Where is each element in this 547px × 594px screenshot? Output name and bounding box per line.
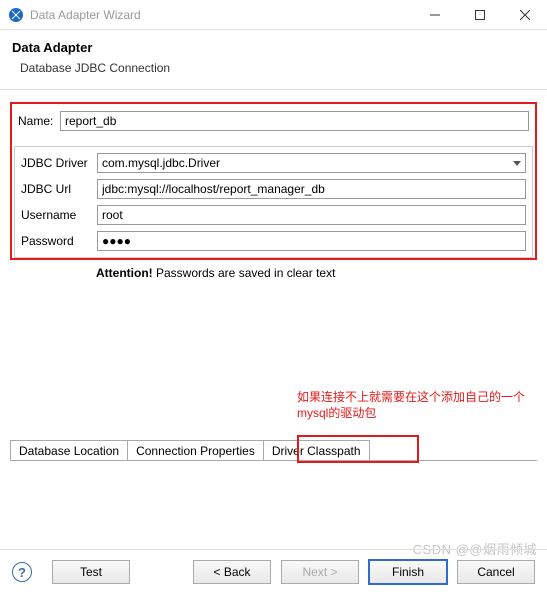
page-subtitle: Database JDBC Connection [20,61,535,75]
name-input[interactable] [60,111,529,131]
attention-text: Passwords are saved in clear text [153,266,336,280]
attention-bold: Attention! [96,266,153,280]
jdbc-driver-label: JDBC Driver [21,156,97,170]
page-title: Data Adapter [12,40,535,55]
highlight-box: Name: JDBC Driver com.mysql.jdbc.Driver … [10,102,537,260]
window-title: Data Adapter Wizard [30,8,412,22]
wizard-header: Data Adapter Database JDBC Connection [0,30,547,90]
password-label: Password [21,234,97,248]
back-button[interactable]: < Back [193,560,271,584]
attention-message: Attention! Passwords are saved in clear … [10,260,537,280]
help-icon[interactable]: ? [12,562,32,582]
cancel-button[interactable]: Cancel [457,560,535,584]
tab-database-location[interactable]: Database Location [10,440,128,461]
username-label: Username [21,208,97,222]
username-row: Username [21,205,526,225]
minimize-button[interactable] [412,0,457,29]
chevron-down-icon [509,154,525,172]
content-area: Name: JDBC Driver com.mysql.jdbc.Driver … [0,90,547,280]
titlebar: Data Adapter Wizard [0,0,547,30]
jdbc-driver-value: com.mysql.jdbc.Driver [98,154,509,172]
connection-fieldset: JDBC Driver com.mysql.jdbc.Driver JDBC U… [14,146,533,258]
username-input[interactable] [97,205,526,225]
jdbc-driver-select[interactable]: com.mysql.jdbc.Driver [97,153,526,173]
name-label: Name: [18,114,60,128]
next-button[interactable]: Next > [281,560,359,584]
jdbc-url-row: JDBC Url [21,179,526,199]
finish-button[interactable]: Finish [369,560,447,584]
close-icon [520,10,530,20]
close-button[interactable] [502,0,547,29]
tab-connection-properties[interactable]: Connection Properties [127,440,264,461]
maximize-icon [475,10,485,20]
password-input[interactable] [97,231,526,251]
password-row: Password [21,231,526,251]
footer: ? Test < Back Next > Finish Cancel [0,549,547,594]
minimize-icon [430,10,440,20]
tab-driver-classpath[interactable]: Driver Classpath [263,440,370,461]
jdbc-url-input[interactable] [97,179,526,199]
window-controls [412,0,547,29]
test-button[interactable]: Test [52,560,130,584]
app-icon [8,7,24,23]
tab-bar: Database Location Connection Properties … [10,440,369,461]
annotation-text: 如果连接不上就需要在这个添加自己的一个mysql的驱动包 [297,390,527,421]
jdbc-url-label: JDBC Url [21,182,97,196]
jdbc-driver-row: JDBC Driver com.mysql.jdbc.Driver [21,153,526,173]
maximize-button[interactable] [457,0,502,29]
tab-underline [10,460,537,461]
name-row: Name: [12,104,535,138]
